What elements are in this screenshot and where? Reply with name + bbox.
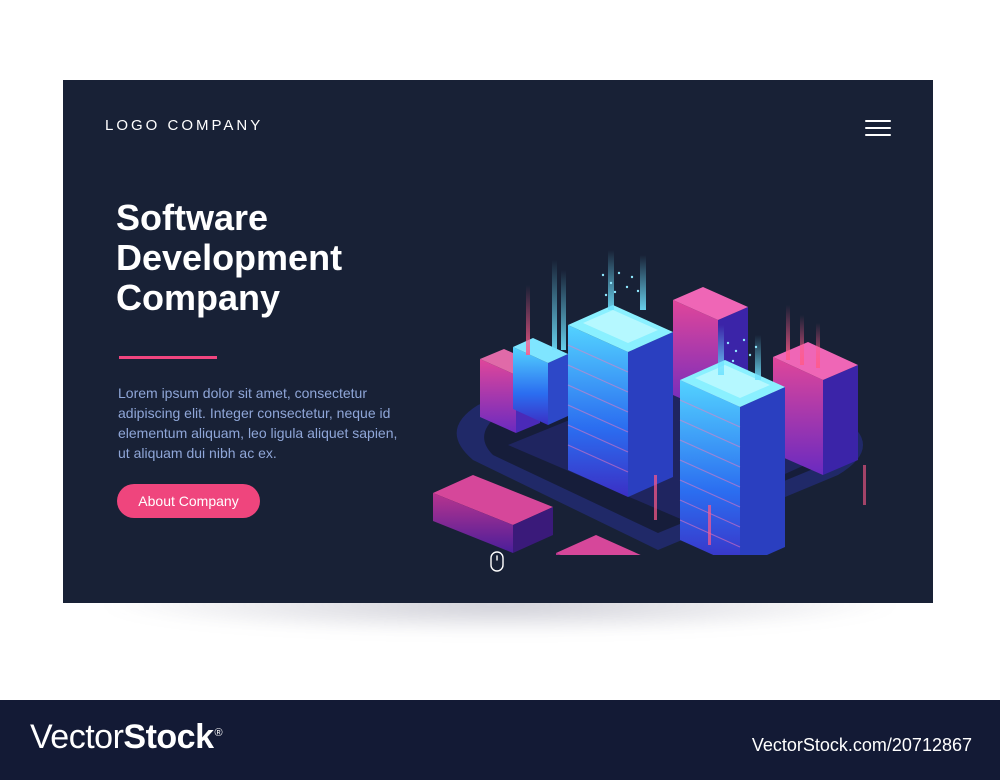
title-line: Development xyxy=(116,237,343,278)
accent-divider xyxy=(119,356,217,359)
vectorstock-footer: VectorStock® VectorStock.com/20712867 xyxy=(0,700,1000,780)
title-line: Company xyxy=(116,277,281,318)
title-line: Software xyxy=(116,197,269,238)
isometric-city-icon xyxy=(433,250,866,555)
about-company-button[interactable]: About Company xyxy=(117,484,260,518)
hero-description: Lorem ipsum dolor sit amet, consectetur … xyxy=(118,385,398,461)
company-logo[interactable]: LOGO COMPANY xyxy=(105,117,263,134)
hamburger-menu-icon[interactable] xyxy=(863,118,893,140)
vectorstock-logo: VectorStock® xyxy=(30,718,223,756)
page-title: Software Development Company xyxy=(116,198,416,318)
vectorstock-url: VectorStock.com/20712867 xyxy=(751,735,972,755)
landing-page-card: LOGO COMPANY Software Development Compan… xyxy=(63,80,933,603)
